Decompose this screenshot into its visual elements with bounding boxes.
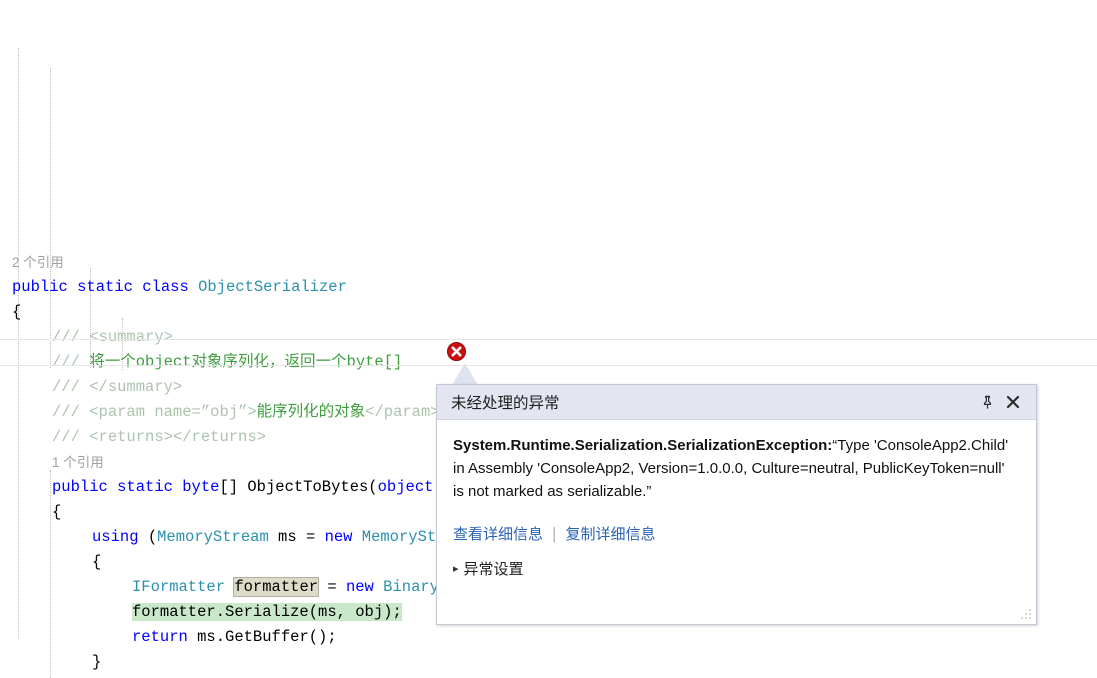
code-token: <summary> xyxy=(89,328,173,346)
pin-icon[interactable] xyxy=(974,389,1000,415)
code-token: public xyxy=(12,278,78,296)
code-line[interactable]: public static class ObjectSerializer xyxy=(0,275,1097,300)
code-token: 2 个引用 xyxy=(12,255,64,270)
current-line-top-border xyxy=(0,339,1097,340)
code-line[interactable]: /// 将一个object对象序列化，返回一个byte[] xyxy=(0,350,1097,375)
code-token: object xyxy=(377,478,434,496)
code-line[interactable]: return ms.GetBuffer(); xyxy=(0,625,1097,650)
code-token: public xyxy=(52,478,118,496)
code-line[interactable]: } xyxy=(0,650,1097,675)
code-token: /// xyxy=(52,328,90,346)
copy-details-link[interactable]: 复制详细信息 xyxy=(565,523,655,544)
code-token: IFormatter xyxy=(132,578,235,596)
code-token: <returns></returns> xyxy=(89,428,266,446)
code-token: /// xyxy=(52,403,90,421)
popup-title: 未经处理的异常 xyxy=(451,395,560,412)
code-token: ( xyxy=(147,528,158,546)
exception-settings-expander[interactable]: ▸ 异常设置 xyxy=(453,558,1018,579)
popup-body: System.Runtime.Serialization.Serializati… xyxy=(437,420,1036,579)
popup-header: 未经处理的异常 xyxy=(437,385,1036,420)
code-token: ms = xyxy=(268,528,325,546)
code-token: 1 个引用 xyxy=(52,455,104,470)
code-token: static xyxy=(77,278,143,296)
code-token: return xyxy=(132,628,198,646)
code-token: byte xyxy=(182,478,220,496)
code-token: [] ObjectToBytes( xyxy=(219,478,378,496)
code-token: formatter xyxy=(233,577,320,597)
chevron-right-icon: ▸ xyxy=(453,563,459,575)
code-token: formatter.Serialize(ms, obj); xyxy=(132,603,402,621)
code-token: <param name=”obj”> xyxy=(89,403,257,421)
error-circle-x-icon[interactable] xyxy=(447,342,466,361)
code-token: 将一个object对象序列化，返回一个byte[] xyxy=(89,353,403,371)
exception-type-label: System.Runtime.Serialization.Serializati… xyxy=(453,437,833,454)
code-token: static xyxy=(117,478,183,496)
code-token: { xyxy=(92,553,102,571)
code-token: /// xyxy=(52,378,90,396)
code-token: class xyxy=(142,278,199,296)
code-token: </summary> xyxy=(89,378,183,396)
code-token: /// xyxy=(52,353,90,371)
resize-grip-icon[interactable] xyxy=(1020,608,1033,621)
code-token: using xyxy=(92,528,148,546)
close-icon[interactable] xyxy=(1000,389,1026,415)
popup-callout-arrow xyxy=(452,363,478,385)
unhandled-exception-popup: 未经处理的异常 System.Runtime.Serialization.Ser… xyxy=(436,384,1037,625)
code-token: { xyxy=(12,303,22,321)
code-token: 能序列化的对象 xyxy=(256,403,366,421)
code-token: = xyxy=(318,578,346,596)
code-token: new xyxy=(324,528,362,546)
popup-links-row: 查看详细信息 | 复制详细信息 xyxy=(453,523,1018,544)
link-separator: | xyxy=(552,523,557,543)
code-token: { xyxy=(52,503,62,521)
code-line[interactable]: /// <summary> xyxy=(0,325,1097,350)
exception-message-block: System.Runtime.Serialization.Serializati… xyxy=(453,434,1018,503)
current-line-bottom-border xyxy=(0,365,1097,366)
code-token: /// xyxy=(52,428,90,446)
code-token: new xyxy=(345,578,384,596)
code-token: ObjectSerializer xyxy=(198,278,347,296)
code-token: } xyxy=(92,653,102,671)
view-details-link[interactable]: 查看详细信息 xyxy=(453,523,543,544)
code-line[interactable]: 2 个引用 xyxy=(0,250,1097,275)
code-token: ms.GetBuffer(); xyxy=(197,628,337,646)
exception-settings-label: 异常设置 xyxy=(463,561,524,578)
code-line[interactable]: { xyxy=(0,300,1097,325)
code-token: MemoryStream xyxy=(157,528,269,546)
code-token: </param> xyxy=(365,403,440,421)
